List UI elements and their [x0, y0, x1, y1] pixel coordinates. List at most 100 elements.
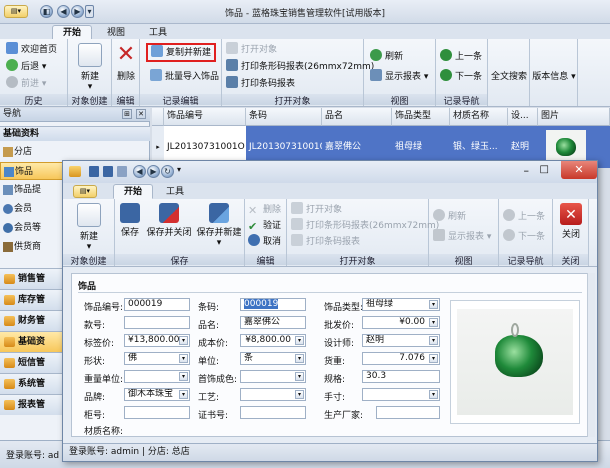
dialog-print-barcode2-button[interactable]: 打印条码报表 [291, 234, 360, 250]
tab-start[interactable]: 开始 [52, 25, 93, 40]
print-barcode-button[interactable]: 打印条形码报表(26mmx72mm) [226, 59, 374, 75]
welcome-button[interactable]: 欢迎首页 [6, 42, 57, 58]
dialog-prev-button[interactable]: 上一条 [503, 209, 545, 225]
back-icon[interactable]: ◀ [133, 165, 146, 178]
forward-button[interactable]: 前进 ▾ [6, 76, 46, 92]
minimize-icon[interactable]: – [524, 164, 530, 177]
chevron-down-icon[interactable]: ▾ [179, 354, 188, 363]
tag-price-field[interactable]: ¥13,800.00 ▾ [124, 334, 190, 347]
type-select[interactable]: 祖母绿 ▾ [362, 298, 440, 311]
refresh-button[interactable]: 刷新 [370, 49, 403, 65]
open-object-button[interactable]: 打开对象 [226, 42, 277, 58]
next-record-button[interactable]: 下一条 [440, 69, 482, 85]
name-field[interactable]: 嘉翠佛公 [240, 316, 306, 329]
tab-tools[interactable]: 工具 [138, 25, 178, 40]
wholesale-field[interactable]: ¥0.00 ▾ [362, 316, 440, 329]
cost-field[interactable]: ¥8,800.00 ▾ [240, 334, 306, 347]
designer-select[interactable]: 赵明 ▾ [362, 334, 440, 347]
hand-size-select[interactable]: ▾ [362, 388, 440, 401]
column-header[interactable]: 图片 [538, 108, 610, 126]
thumbnail-image[interactable] [546, 130, 586, 164]
spec-field[interactable]: 30.3 [362, 370, 440, 383]
cabinet-field[interactable] [124, 406, 190, 419]
nav-section-basic[interactable]: 基础资料 [0, 126, 150, 141]
dialog-open-object-button[interactable]: 打开对象 [291, 202, 342, 218]
chevron-down-icon[interactable]: ▾ [179, 336, 188, 345]
dialog-refresh-button[interactable]: 刷新 [433, 209, 466, 225]
close-icon[interactable]: ✕ [136, 109, 146, 119]
chevron-down-icon[interactable]: ▾ [429, 354, 438, 363]
back-arrow-icon [6, 59, 18, 71]
cancel-button[interactable]: 取消 [248, 234, 281, 250]
save-all-icon[interactable] [103, 166, 113, 177]
chevron-down-icon[interactable]: ▾ [295, 372, 304, 381]
barcode-field[interactable]: 000019 [244, 299, 279, 309]
forward-icon[interactable]: ▶ [147, 165, 160, 178]
maximize-icon[interactable]: □ [540, 164, 549, 175]
scrollbar[interactable] [587, 273, 595, 437]
dgroup-save: 保存 保存并关闭 保存并新建 ▾ 保存 [115, 199, 245, 267]
batch-import-button[interactable]: 批量导入饰品 [150, 69, 219, 85]
craft-select[interactable]: ▾ [240, 388, 306, 401]
dialog-print-barcode-button[interactable]: 打印条形码报表(26mmx72mm) [291, 218, 439, 234]
undo-icon[interactable] [117, 166, 127, 177]
chevron-down-icon[interactable]: ▾ [429, 318, 438, 327]
dialog-tab-strip: ▤▾ 开始 工具 [63, 183, 597, 199]
unit-select[interactable]: 条 ▾ [240, 352, 306, 365]
dialog-next-button[interactable]: 下一条 [503, 229, 545, 245]
label-code: 饰品编号: [84, 303, 124, 313]
weight-field[interactable]: 7.076 ▾ [362, 352, 440, 365]
prev-record-button[interactable]: 上一条 [440, 49, 482, 65]
new-button[interactable]: 新建 ▾ [72, 43, 108, 92]
style-field[interactable] [124, 316, 190, 329]
show-report-button[interactable]: 显示报表 ▾ [370, 69, 428, 85]
weight-unit-select[interactable]: ▾ [124, 370, 190, 383]
brand-select[interactable]: 御木本珠宝 ▾ [124, 388, 190, 401]
dialog-tab-tools[interactable]: 工具 [155, 184, 195, 199]
print-barcode2-button[interactable]: 打印条码报表 [226, 76, 295, 92]
delete-button[interactable]: ✕ 删除 [114, 43, 138, 83]
pin-icon[interactable]: ⊞ [122, 109, 132, 119]
chevron-down-icon[interactable]: ▾ [295, 390, 304, 399]
column-header[interactable]: 品名 [322, 108, 392, 126]
dialog-menu-button[interactable]: ▤▾ [73, 185, 97, 198]
column-header[interactable]: 饰品编号 [164, 108, 246, 126]
cert-field[interactable] [240, 406, 306, 419]
save-new-button[interactable]: 保存并新建 ▾ [195, 203, 243, 248]
back-button[interactable]: 后退 ▾ [6, 59, 46, 75]
dialog-new-button[interactable]: 新建 ▾ [69, 203, 109, 252]
fulltext-search-button[interactable]: 全文搜索 [489, 69, 529, 82]
refresh-icon[interactable]: ↻ [161, 165, 174, 178]
chevron-down-icon[interactable]: ▾ [429, 336, 438, 345]
product-image[interactable] [450, 300, 580, 424]
version-info-button[interactable]: 版本信息 ▾ [532, 69, 576, 82]
close-window-button[interactable]: ✕ [561, 161, 597, 179]
shape-select[interactable]: 佛 ▾ [124, 352, 190, 365]
column-header[interactable]: 设... [508, 108, 538, 126]
column-header[interactable]: 条码 [246, 108, 322, 126]
chevron-down-icon[interactable]: ▾ [429, 300, 438, 309]
nav-item-branch[interactable]: 分店 [0, 143, 150, 161]
dialog-delete-button[interactable]: ✕ 删除 [248, 202, 281, 218]
dialog-close-button[interactable]: ✕ 关闭 [557, 203, 585, 240]
chevron-down-icon[interactable]: ▾ [179, 390, 188, 399]
save-icon[interactable] [89, 166, 99, 177]
group-view: 刷新 显示报表 ▾ 视图 [364, 39, 436, 107]
chevron-down-icon[interactable]: ▾ [295, 336, 304, 345]
save-button[interactable]: 保存 [117, 203, 143, 238]
tab-view[interactable]: 视图 [96, 25, 136, 40]
dialog-tab-start[interactable]: 开始 [113, 184, 154, 199]
chevron-down-icon[interactable]: ▾ [295, 354, 304, 363]
column-header[interactable]: 饰品类型 [392, 108, 450, 126]
verify-button[interactable]: ✔ 验证 [248, 218, 281, 234]
save-close-button[interactable]: 保存并关闭 [145, 203, 193, 238]
color-select[interactable]: ▾ [240, 370, 306, 383]
code-field[interactable]: 000019 [124, 298, 190, 311]
column-header[interactable]: 材质名称 [450, 108, 508, 126]
chevron-down-icon[interactable]: ▾ [429, 390, 438, 399]
copy-new-button[interactable]: 复制并新建 [146, 43, 217, 62]
chevron-down-icon[interactable]: ▾ [179, 372, 188, 381]
customize-dropdown-icon[interactable]: ▾ [177, 165, 181, 174]
dialog-show-report-button[interactable]: 显示报表 ▾ [433, 229, 491, 245]
maker-field[interactable] [376, 406, 440, 419]
